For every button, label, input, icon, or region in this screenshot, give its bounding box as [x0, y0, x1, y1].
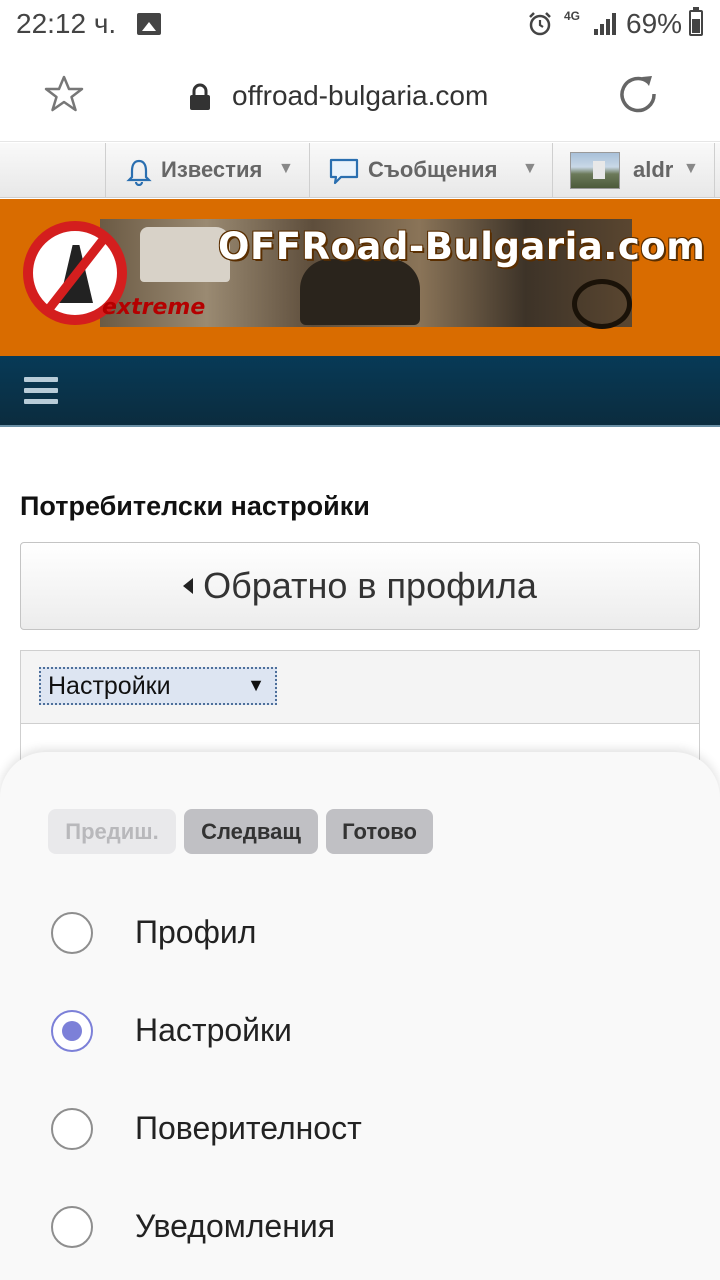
- status-time: 22:12 ч.: [16, 8, 117, 39]
- bell-icon: [126, 159, 152, 186]
- picker-option-settings[interactable]: Настройки: [0, 989, 720, 1087]
- radio-button[interactable]: [51, 1206, 93, 1248]
- option-label: Поверителност: [135, 1110, 362, 1146]
- picker-option-notifications[interactable]: Уведомления: [0, 1185, 720, 1280]
- messages-label: Съобщения: [368, 157, 498, 182]
- signal-icon: [594, 13, 616, 35]
- notifications-menu[interactable]: Известия ▼: [105, 143, 309, 198]
- site-nav-bar: [0, 356, 720, 427]
- alarm-icon: [529, 12, 551, 36]
- avatar: [570, 152, 620, 189]
- back-to-profile-button[interactable]: Обратно в профила: [20, 542, 700, 630]
- reload-icon[interactable]: [618, 74, 660, 116]
- site-banner[interactable]: OFFRoad-Bulgaria.com extreme: [0, 199, 720, 356]
- select-arrow-icon: ▼: [247, 675, 265, 695]
- status-bar: 22:12 ч. 4G 69%: [0, 0, 720, 50]
- battery-icon: [689, 7, 703, 36]
- user-caret-icon: ▼: [683, 160, 699, 177]
- browser-address-bar: offroad-bulgaria.com: [0, 50, 720, 142]
- radio-button-selected[interactable]: [51, 1010, 93, 1052]
- section-select[interactable]: Настройки ▼: [39, 667, 277, 705]
- picker-option-profile[interactable]: Профил: [0, 891, 720, 989]
- next-button[interactable]: Следващ: [184, 809, 318, 854]
- forum-user-bar: Известия ▼ Съобщения ▼ aldr ▼: [0, 143, 720, 198]
- option-label: Профил: [135, 914, 257, 950]
- url-field[interactable]: offroad-bulgaria.com: [232, 80, 488, 112]
- bookmark-star-icon[interactable]: [44, 74, 84, 114]
- messages-menu[interactable]: Съобщения ▼: [309, 143, 552, 198]
- picker-option-privacy[interactable]: Поверителност: [0, 1087, 720, 1185]
- messages-caret-icon: ▼: [522, 160, 538, 177]
- hamburger-menu-icon[interactable]: [24, 377, 58, 407]
- select-picker-sheet: Предиш. Следващ Готово Профил Настройки …: [0, 752, 720, 1280]
- option-label: Настройки: [135, 1012, 292, 1048]
- banner-tagline: extreme: [102, 295, 206, 320]
- image-icon: [137, 13, 161, 35]
- network-type: 4G: [564, 9, 581, 23]
- back-to-profile-label: Обратно в профила: [203, 565, 537, 606]
- notifications-caret-icon: ▼: [278, 160, 294, 177]
- notifications-label: Известия: [161, 157, 263, 182]
- radio-button[interactable]: [51, 912, 93, 954]
- page-title: Потребителски настройки: [20, 491, 370, 521]
- back-arrow-icon: [183, 578, 194, 594]
- done-button[interactable]: Готово: [326, 809, 433, 854]
- username-label: aldr: [633, 157, 674, 182]
- motorcycle-graphic: [572, 279, 632, 329]
- settings-panel-header: Настройки ▼: [21, 651, 699, 724]
- radio-button[interactable]: [51, 1108, 93, 1150]
- previous-button[interactable]: Предиш.: [48, 809, 176, 854]
- option-label: Уведомления: [135, 1208, 336, 1244]
- chat-bubble-icon: [329, 158, 359, 185]
- battery-percent: 69%: [626, 8, 683, 39]
- banner-title: OFFRoad-Bulgaria.com: [218, 225, 706, 268]
- section-select-value: Настройки: [48, 671, 171, 700]
- lock-icon: [190, 83, 210, 110]
- user-menu[interactable]: aldr ▼: [552, 143, 715, 198]
